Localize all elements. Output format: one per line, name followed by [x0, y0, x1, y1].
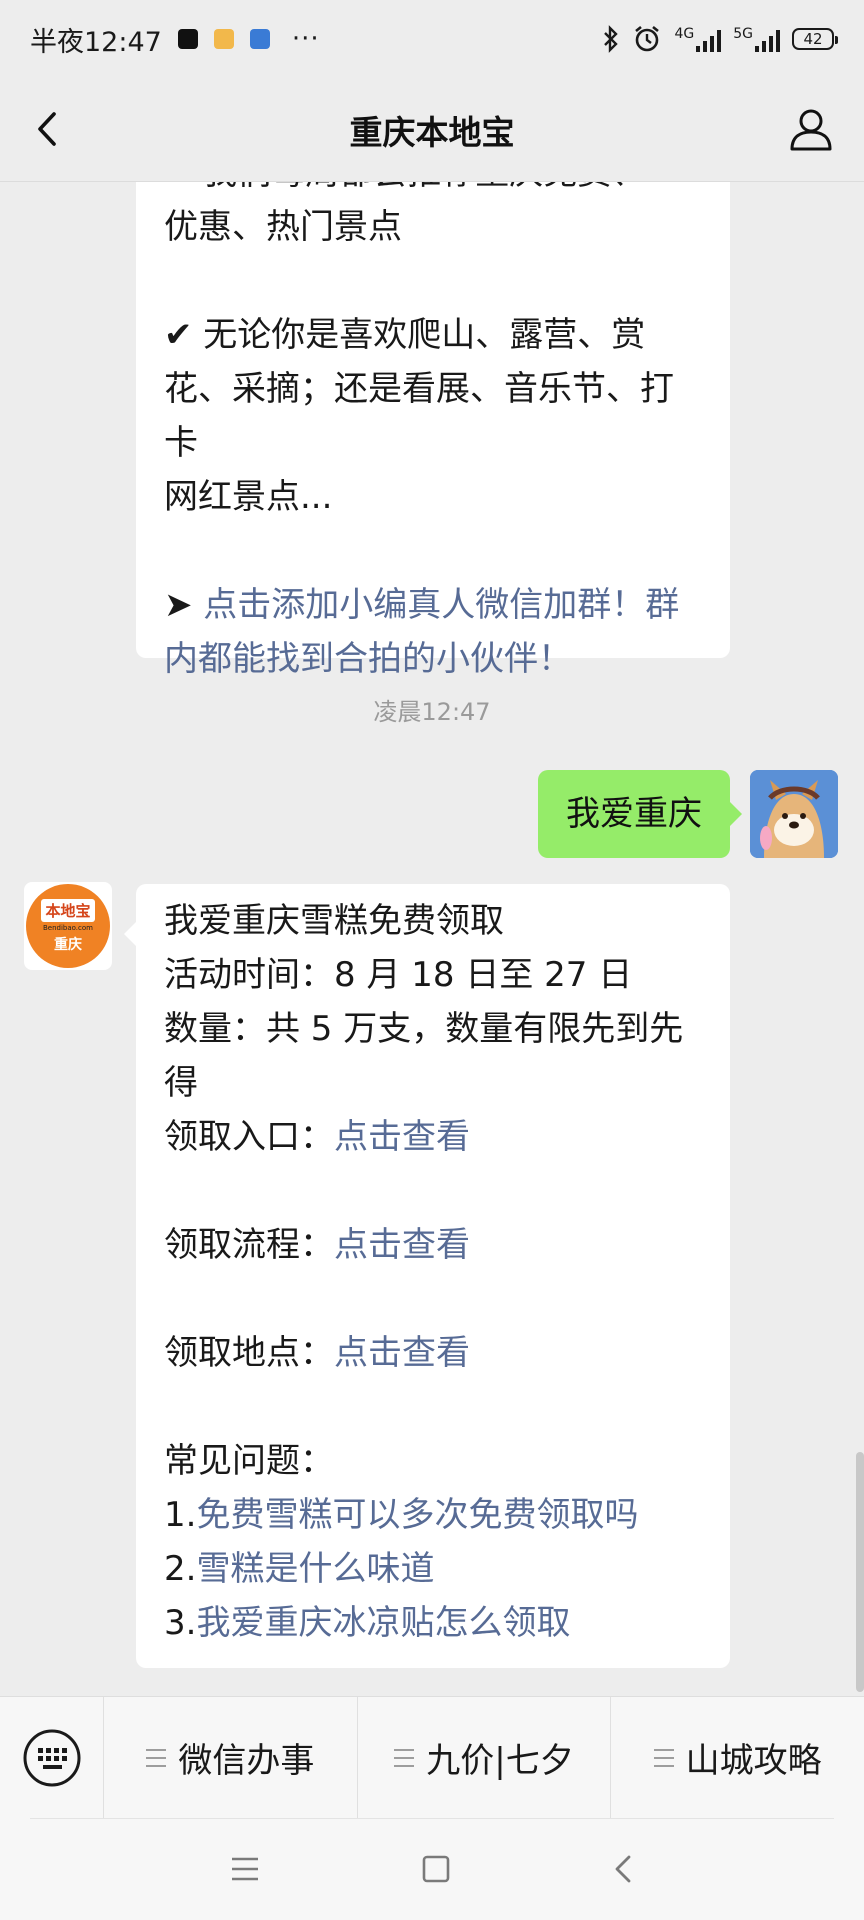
battery-icon: 42 — [792, 28, 838, 50]
chat-scrollbar[interactable] — [856, 1452, 864, 1692]
promo-line: ✔ 无论你是喜欢爬山、露营、赏 — [164, 315, 646, 355]
menu-item-label: 微信办事 — [178, 1741, 315, 1781]
faq-number: 3. — [164, 1603, 197, 1643]
flow-row: 领取流程：点击查看 — [164, 1218, 702, 1272]
page-title: 重庆本地宝 — [349, 112, 515, 152]
arrow-icon: ➤ — [164, 585, 204, 625]
alarm-icon — [635, 25, 660, 52]
signal-bars-icon — [696, 28, 722, 52]
home-square-icon[interactable] — [421, 1854, 451, 1884]
tiktok-icon — [177, 29, 198, 49]
profile-icon[interactable] — [786, 104, 836, 154]
bendibao-logo: 本地宝 Bendibao.com 重庆 — [26, 884, 110, 968]
shiba-dog-avatar-image — [750, 770, 838, 858]
signal-bars-icon — [755, 28, 780, 52]
official-account-avatar[interactable]: 本地宝 Bendibao.com 重庆 — [24, 882, 112, 970]
menu-item-label: 九价|七夕 — [426, 1741, 574, 1781]
faq-title: 常见问题： — [164, 1441, 334, 1481]
message-timestamp: 凌晨12:47 — [373, 698, 491, 726]
place-label: 领取地点： — [164, 1333, 334, 1373]
promo-link-line: ➤ 点击添加小编真人微信加群！群 — [164, 578, 702, 632]
faq-link[interactable]: 我爱重庆冰凉贴怎么领取 — [196, 1603, 570, 1643]
entry-row: 领取入口：点击查看 — [164, 1110, 702, 1164]
faq-link[interactable]: 免费雪糕可以多次免费领取吗 — [196, 1495, 638, 1535]
logo-site: Bendibao.com — [42, 923, 93, 932]
signal-4g: 4G — [674, 26, 722, 52]
notification-app-icon — [213, 29, 234, 49]
place-link[interactable]: 点击查看 — [334, 1333, 470, 1373]
my-avatar[interactable] — [750, 770, 838, 858]
entry-link[interactable]: 点击查看 — [334, 1117, 470, 1157]
menu-list-icon — [653, 1748, 674, 1767]
faq-item: 1.免费雪糕可以多次免费领取吗 — [164, 1488, 702, 1542]
status-time: 半夜12:47 — [30, 26, 162, 58]
system-back-icon[interactable] — [612, 1854, 634, 1884]
faq-item: 3.我爱重庆冰凉贴怎么领取 — [164, 1596, 702, 1650]
net-5g-label: 5G — [733, 26, 753, 42]
logo-text-top: 本地宝 — [41, 898, 95, 922]
message-bubble-promo: ✔ 我们每周都会推荐重庆免费、 优惠、热门景点 ✔ 无论你是喜欢爬山、露营、赏 … — [136, 182, 730, 679]
promo-line: 网红景点... — [164, 477, 333, 517]
more-notifications-icon: ··· — [291, 24, 320, 54]
faq-number: 1. — [164, 1495, 197, 1535]
menu-item-label: 山城攻略 — [685, 1741, 822, 1781]
system-nav-bar — [0, 1818, 864, 1920]
back-arrow-icon[interactable] — [26, 106, 72, 152]
promo-line: ✔ 我们每周都会推荐重庆免费、 — [164, 182, 702, 200]
news-app-icon — [249, 29, 270, 49]
bluetooth-icon — [604, 25, 619, 53]
add-wechat-link[interactable]: 点击添加小编真人微信加群！群 — [203, 585, 679, 625]
add-wechat-link[interactable]: 内都能找到合拍的小伙伴！ — [164, 632, 702, 686]
flow-label: 领取流程： — [164, 1225, 334, 1265]
entry-label: 领取入口： — [164, 1117, 334, 1157]
menu-list-icon — [146, 1748, 167, 1767]
reply-time: 活动时间：8 月 18 日至 27 日 — [164, 955, 633, 995]
faq-number: 2. — [164, 1549, 197, 1589]
menu-item-hpv-qixi[interactable]: 九价|七夕 — [358, 1697, 612, 1818]
chat-header: 重庆本地宝 — [0, 78, 864, 182]
reply-quantity: 数量：共 5 万支，数量有限先到先 — [164, 1009, 684, 1049]
official-account-menu: 微信办事 九价|七夕 山城攻略 — [0, 1696, 864, 1818]
promo-line: 花、采摘；还是看展、音乐节、打卡 — [164, 369, 674, 463]
net-4g-label: 4G — [674, 26, 695, 42]
status-bar: 半夜12:47 ··· 4G 5G 42 — [0, 0, 864, 78]
promo-line: 优惠、热门景点 — [164, 207, 402, 247]
chat-area[interactable]: ✔ 我们每周都会推荐重庆免费、 优惠、热门景点 ✔ 无论你是喜欢爬山、露营、赏 … — [0, 182, 864, 1696]
faq-item: 2.雪糕是什么味道 — [164, 1542, 702, 1596]
keyboard-icon — [23, 1729, 80, 1786]
menu-list-icon — [394, 1748, 415, 1767]
reply-quantity-cont: 得 — [164, 1063, 198, 1103]
my-message-bubble[interactable]: 我爱重庆 — [538, 770, 742, 858]
bot-reply-bubble: 我爱重庆雪糕免费领取 活动时间：8 月 18 日至 27 日 数量：共 5 万支… — [124, 884, 730, 1668]
place-row: 领取地点：点击查看 — [164, 1326, 702, 1380]
logo-text-bottom: 重庆 — [54, 936, 82, 953]
menu-recent-apps-icon[interactable] — [230, 1856, 260, 1882]
signal-5g: 5G — [733, 26, 780, 52]
keyboard-toggle-button[interactable] — [0, 1697, 104, 1818]
flow-link[interactable]: 点击查看 — [334, 1225, 470, 1265]
reply-title: 我爱重庆雪糕免费领取 — [164, 901, 504, 941]
menu-item-wechat-services[interactable]: 微信办事 — [104, 1697, 358, 1818]
faq-link[interactable]: 雪糕是什么味道 — [196, 1549, 434, 1589]
menu-item-city-guide[interactable]: 山城攻略 — [611, 1697, 864, 1818]
